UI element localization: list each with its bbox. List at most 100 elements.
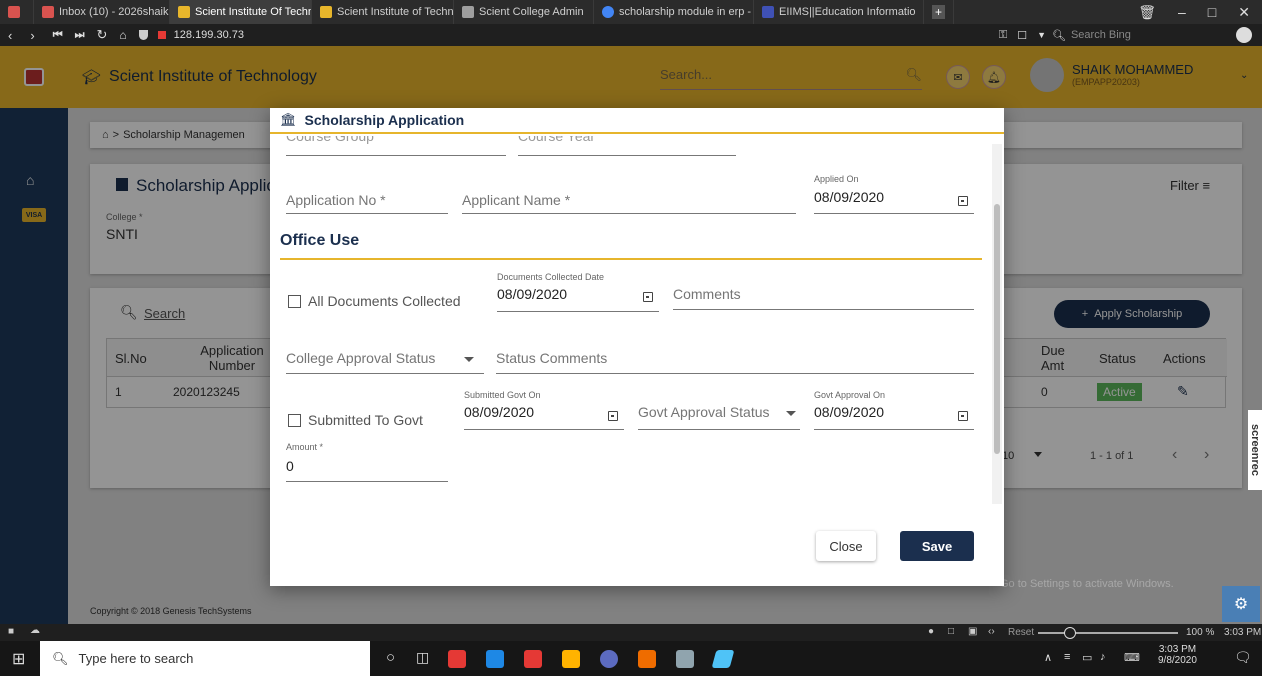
applicant-name-input[interactable]: Applicant Name * [462,190,796,214]
browser-tab[interactable]: Inbox (10) - 2026shaik@gm [34,0,170,24]
gear-icon: ⚙ [1233,596,1249,613]
shield-icon [138,30,148,40]
app-icon[interactable] [711,650,735,668]
office-use-heading: Office Use [280,232,360,249]
address-bar: ‹ › ⏮ ⏭ ↻ ⌂ 128.199.30.73 ⚿ ☐ ▼ 🔍︎ Search… [0,24,1262,46]
calendar-icon[interactable] [608,411,618,421]
fast-forward-icon[interactable]: ⏭ [75,29,85,42]
battery-icon[interactable]: ▭ [1082,651,1092,664]
browser-icon[interactable] [600,650,618,668]
browser-menu-button[interactable] [0,0,34,24]
keyboard-icon[interactable]: ⌨ [1124,651,1140,664]
windows-activation-watermark: Go to Settings to activate Windows. [1000,578,1174,590]
windows-taskbar: ⊞ 🔍︎ Type here to search ○ ◫ ∧ ≡ ▭ ♪ ⌨ 3… [0,641,1262,676]
sync-icon[interactable]: ● [928,626,934,637]
panel-toggle-icon[interactable]: ■ [8,626,14,637]
media-icon[interactable] [638,650,656,668]
forward-icon[interactable]: › [30,28,34,43]
course-year-select[interactable]: Course Year [518,136,736,156]
zoom-slider[interactable] [1038,627,1178,639]
lock-icon [157,31,166,39]
tray-chevron-up-icon[interactable]: ∧ [1044,651,1052,664]
submitted-to-govt-label: Submitted To Govt [308,412,423,428]
scrollbar-thumb[interactable] [994,204,1000,454]
vivaldi-icon[interactable] [448,650,466,668]
cloud-icon[interactable]: ☁ [30,625,40,636]
home-icon[interactable]: ⌂ [119,28,126,42]
browser-tab[interactable]: Scient College Admin [454,0,594,24]
browser-tab-active[interactable]: Scient Institute Of Technolo [170,0,312,24]
google-icon [602,6,614,18]
new-tab-button[interactable]: + [924,0,954,24]
page-icon [462,6,474,18]
trash-icon[interactable]: 🗑 [1138,4,1156,21]
profile-icon[interactable] [1236,27,1252,43]
calendar-icon[interactable] [958,411,968,421]
image-icon[interactable]: ▣ [968,626,977,637]
dialog-title: Scholarship Application [304,112,465,128]
chevron-down-icon [786,411,796,416]
back-icon[interactable]: ‹ [8,28,12,43]
code-icon[interactable]: ‹› [988,626,995,637]
notification-icon[interactable]: 🗨︎ [1234,649,1252,666]
zoom-slider-thumb[interactable] [1064,627,1076,639]
store-icon[interactable] [562,650,580,668]
govt-approval-on-date-field[interactable]: Govt Approval On 08/09/2020 [814,390,974,430]
institution-icon: 🏛︎ [280,112,297,127]
browser-tab[interactable]: EIIMS||Education Informatio [754,0,924,24]
submitted-govt-on-date-field[interactable]: Submitted Govt On 08/09/2020 [464,390,624,430]
browser-tab[interactable]: scholarship module in erp - [594,0,754,24]
status-comments-input[interactable]: Status Comments [496,348,974,374]
course-group-select[interactable]: Course Group [286,136,506,156]
close-window-button[interactable]: ✕ [1238,4,1250,21]
chat-icon[interactable] [486,650,504,668]
key-icon[interactable]: ⚿ [999,29,1007,42]
cortana-icon[interactable]: ○ [386,649,395,666]
all-documents-checkbox[interactable] [288,295,301,308]
bookmark-icon[interactable]: ☐ [1017,29,1027,42]
save-button[interactable]: Save [900,531,974,561]
zoom-reset-button[interactable]: Reset [1008,627,1034,638]
search-icon: 🔍︎ [1052,29,1066,42]
rewind-icon[interactable]: ⏮ [53,29,63,42]
amount-input[interactable]: Amount * 0 [286,442,448,482]
taskbar-search-input[interactable]: 🔍︎ Type here to search [40,641,370,676]
task-view-icon[interactable]: ◫ [416,649,429,666]
status-clock: 3:03 PM [1224,627,1262,638]
browser-search-input[interactable]: 🔍︎ Search Bing [1052,29,1232,42]
settings-fab[interactable]: ⚙ [1222,586,1260,622]
all-documents-label: All Documents Collected [308,293,461,309]
screenrec-tab[interactable]: screenrec [1248,410,1262,490]
close-button[interactable]: Close [816,531,876,561]
application-no-input[interactable]: Application No * [286,190,448,214]
comments-input[interactable]: Comments [673,284,974,310]
minimize-button[interactable]: – [1178,4,1186,20]
calendar-icon[interactable] [643,292,653,302]
notepad-icon[interactable] [676,650,694,668]
submitted-to-govt-checkbox[interactable] [288,414,301,427]
volume-icon[interactable]: ♪ [1100,651,1106,663]
govt-approval-status-select[interactable]: Govt Approval Status [638,404,800,430]
education-icon [762,6,774,18]
browser-tab[interactable]: Scient Institute of Technolo [312,0,454,24]
taskbar-clock[interactable]: 3:03 PM 9/8/2020 [1158,644,1197,666]
window-controls: 🗑 – □ ✕ [1138,0,1262,24]
gmail-icon [42,6,54,18]
chevron-down-icon [464,357,474,362]
applied-on-date-field[interactable]: Applied On 08/09/2020 [814,174,974,214]
documents-collected-date-field[interactable]: Documents Collected Date 08/09/2020 [497,272,659,312]
section-divider [280,258,982,260]
vivaldi-icon[interactable] [524,650,542,668]
plus-icon: + [932,5,945,19]
dialog-scrollbar[interactable] [992,144,1002,504]
window-icon[interactable]: □ [948,626,954,637]
network-icon[interactable]: ≡ [1064,651,1070,663]
scholarship-application-dialog: 🏛︎ Scholarship Application Course Group … [270,108,1004,586]
maximize-button[interactable]: □ [1208,4,1216,20]
windows-start-icon[interactable]: ⊞ [12,649,25,669]
college-approval-status-select[interactable]: College Approval Status [286,348,484,374]
calendar-icon[interactable] [958,196,968,206]
reload-icon[interactable]: ↻ [97,27,108,43]
url-field[interactable]: 128.199.30.73 [174,29,244,41]
chevron-down-icon[interactable]: ▼ [1037,30,1046,40]
